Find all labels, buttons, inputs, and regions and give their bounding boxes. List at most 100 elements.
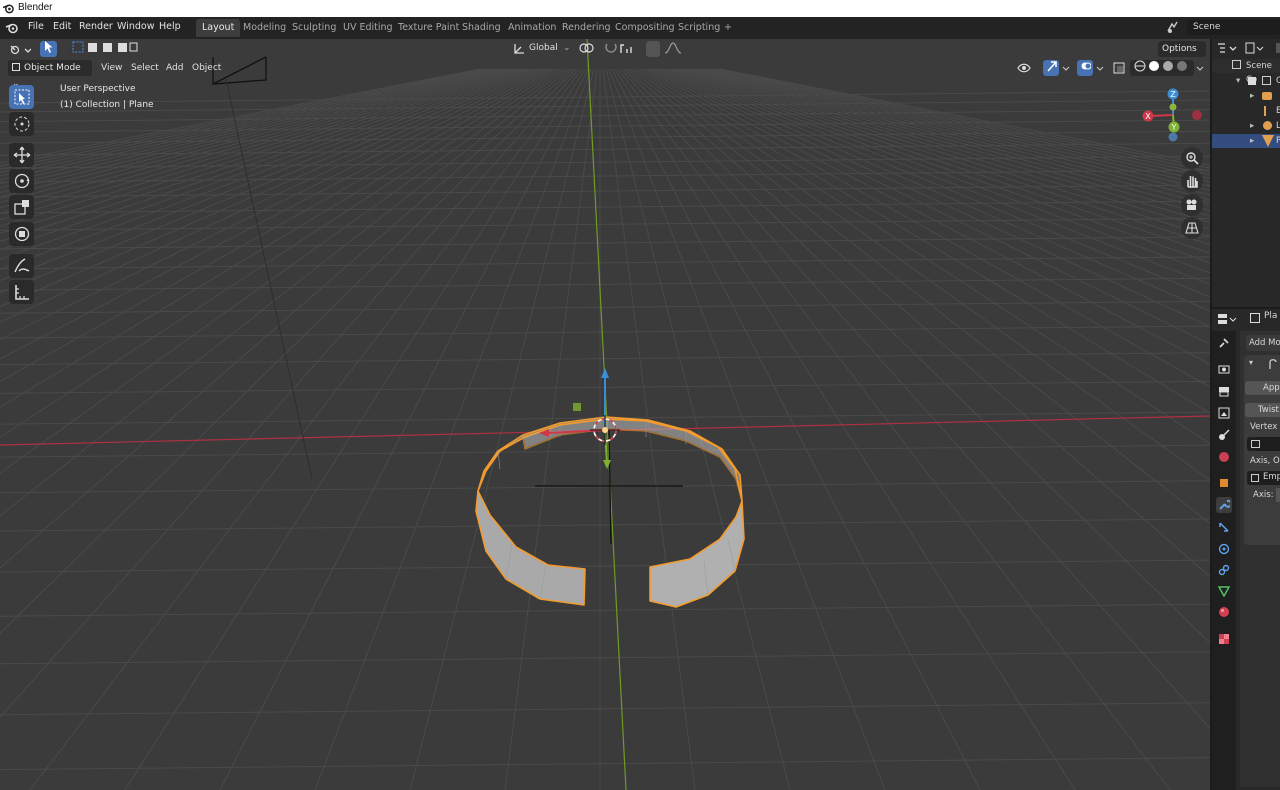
options-button[interactable]: Options ⌄ — [1158, 41, 1206, 70]
outliner-row-camera[interactable]: ▸ — [1212, 89, 1280, 103]
outliner-editor-icon[interactable] — [1217, 42, 1237, 54]
vertex-group-field[interactable] — [1247, 437, 1280, 451]
tab-layout[interactable]: Layout — [196, 19, 241, 37]
outliner-row-empty[interactable]: E — [1212, 104, 1280, 118]
tab-scene[interactable] — [1216, 427, 1232, 443]
tool-transform[interactable] — [9, 222, 34, 246]
collapse-arrow-icon[interactable]: ▾ — [1249, 358, 1253, 367]
outliner-filter-icon[interactable] — [1276, 42, 1280, 54]
menu-select[interactable]: Select — [131, 60, 159, 76]
tool-cursor[interactable] — [9, 112, 34, 136]
camera-view-button[interactable] — [1181, 194, 1203, 216]
visibility-icon[interactable] — [1017, 61, 1039, 75]
tab-render[interactable] — [1216, 361, 1232, 377]
tab-physics[interactable] — [1216, 541, 1232, 557]
tab-sculpting[interactable]: Sculpting — [286, 19, 342, 37]
select-tool-button[interactable] — [40, 41, 57, 57]
blender-menu-icon[interactable] — [5, 21, 19, 35]
menu-window[interactable]: Window — [117, 21, 154, 32]
tool-rotate[interactable] — [9, 169, 34, 193]
menu-file[interactable]: File — [28, 21, 44, 32]
tab-particles[interactable] — [1216, 519, 1232, 535]
scene-name-field[interactable]: Scene — [1187, 19, 1280, 35]
zoom-view-button[interactable] — [1181, 147, 1203, 169]
editor-type-icon[interactable] — [9, 42, 31, 56]
menu-edit[interactable]: Edit — [53, 21, 71, 32]
window-title-bar: Blender — [0, 0, 1280, 17]
vertex-group-icon — [1251, 440, 1260, 448]
snap-icon[interactable] — [604, 41, 618, 55]
tool-select-box[interactable] — [9, 85, 34, 109]
tool-move[interactable] — [9, 143, 34, 167]
checkbox-icon[interactable] — [1248, 77, 1256, 85]
outliner-row-plane[interactable]: ▸ P — [1212, 134, 1280, 148]
shading-dropdown-icon[interactable] — [1195, 61, 1205, 75]
menu-help[interactable]: Help — [159, 21, 181, 32]
tool-annotate[interactable] — [9, 254, 34, 278]
outliner-row-label: L — [1276, 119, 1280, 133]
tab-uv-editing[interactable]: UV Editing — [337, 19, 399, 37]
properties-panel[interactable]: Pla Add Modi ▾ App Twist Vertex G Axis, … — [1210, 307, 1280, 790]
overlay-toggle-button[interactable] — [1077, 60, 1093, 76]
tab-object-data[interactable] — [1216, 583, 1232, 599]
tab-texture-paint[interactable]: Texture Paint — [392, 19, 465, 37]
outliner-row-collection[interactable]: ▾ C — [1212, 74, 1280, 88]
display-mode-icon[interactable] — [1244, 42, 1264, 54]
origin-object-field[interactable]: Emp — [1247, 471, 1280, 485]
tab-world[interactable] — [1216, 449, 1232, 465]
tab-material[interactable] — [1216, 604, 1232, 620]
snap-target-icon[interactable] — [620, 41, 642, 55]
tab-modifiers[interactable] — [1216, 497, 1232, 513]
3d-viewport[interactable]: Global ⌄ Options ⌄ Object Mode ⌄ View Se… — [0, 39, 1210, 790]
blender-logo-icon — [3, 4, 14, 14]
add-workspace-button[interactable]: + — [718, 19, 738, 37]
outliner-row-light[interactable]: ▸ L — [1212, 119, 1280, 133]
tab-view-layer[interactable] — [1216, 405, 1232, 421]
twist-mode-button[interactable]: Twist — [1245, 403, 1280, 417]
falloff-icon[interactable] — [664, 41, 684, 55]
tab-tool[interactable] — [1216, 335, 1232, 351]
object-name-field[interactable]: Pla — [1264, 311, 1277, 321]
tool-measure[interactable] — [9, 280, 34, 304]
properties-editor-icon[interactable] — [1217, 312, 1237, 326]
collection-row-label: C — [1276, 74, 1280, 88]
pivot-point-icon[interactable] — [578, 41, 600, 55]
tab-compositing[interactable]: Compositing — [609, 19, 681, 37]
gizmo-dropdown-icon[interactable] — [1061, 61, 1071, 75]
tab-modeling[interactable]: Modeling — [237, 19, 292, 37]
tab-object[interactable] — [1216, 475, 1232, 491]
pan-view-button[interactable] — [1181, 170, 1203, 192]
outliner-panel[interactable]: Scene Co ▾ C ▸ E ▸ L ▸ P — [1210, 39, 1280, 307]
tab-constraints[interactable] — [1216, 562, 1232, 578]
gizmo-z-label: Z — [1170, 90, 1176, 99]
mode-selector[interactable]: Object Mode ⌄ — [8, 60, 92, 89]
tab-texture[interactable] — [1216, 631, 1232, 647]
overlay-dropdown-icon[interactable] — [1095, 61, 1105, 75]
tab-animation[interactable]: Animation — [502, 19, 562, 37]
orientation-dropdown-icon[interactable]: ⌄ — [563, 40, 571, 56]
tab-rendering[interactable]: Rendering — [556, 19, 617, 37]
gizmo-toggle-button[interactable] — [1043, 60, 1059, 76]
transform-orientation-value[interactable]: Global — [529, 40, 558, 56]
proportional-edit-button[interactable] — [646, 41, 660, 57]
collection-icon — [1262, 76, 1271, 85]
scene-selector-icon[interactable] — [1166, 21, 1180, 34]
axis-x-toggle[interactable] — [1276, 488, 1280, 502]
menu-add[interactable]: Add — [166, 60, 183, 76]
outliner-scene-collection[interactable]: Scene Co — [1212, 59, 1280, 85]
perspective-toggle-button[interactable] — [1181, 217, 1203, 239]
menu-object[interactable]: Object — [192, 60, 221, 76]
xray-toggle-icon[interactable] — [1112, 61, 1126, 75]
navigation-gizmo[interactable]: Z X Y — [1140, 87, 1206, 145]
tab-output[interactable] — [1216, 383, 1232, 399]
tab-shading[interactable]: Shading — [456, 19, 507, 37]
wrench-icon — [1219, 499, 1230, 510]
tool-scale[interactable] — [9, 195, 34, 219]
add-modifier-button[interactable]: Add Modi — [1246, 335, 1280, 351]
apply-button[interactable]: App — [1245, 381, 1280, 395]
menu-render[interactable]: Render — [79, 21, 113, 32]
outliner-row-label: E — [1276, 104, 1280, 118]
shading-mode-buttons[interactable] — [1130, 60, 1194, 76]
menu-view[interactable]: View — [101, 60, 122, 76]
selection-mode-buttons[interactable] — [68, 41, 140, 57]
